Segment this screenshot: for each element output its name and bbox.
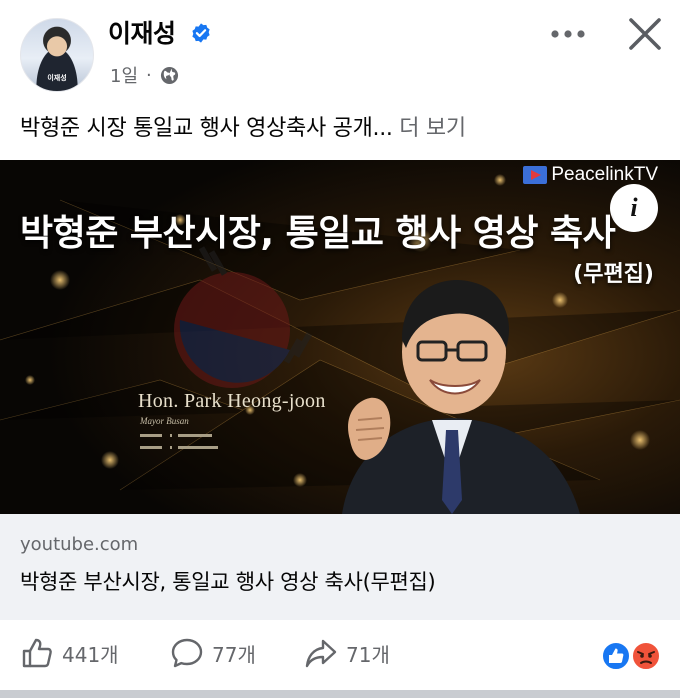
video-overlay-title: 박형준 부산시장, 통일교 행사 영상 축사 (20, 213, 616, 254)
bottom-divider (0, 690, 680, 698)
like-reaction-icon (601, 641, 631, 671)
reaction-summary[interactable] (600, 640, 664, 672)
video-overlay-subtitle: (무편집) (573, 262, 654, 287)
angry-reaction-icon (631, 641, 661, 671)
comment-count: 77개 (212, 642, 256, 667)
info-icon: i (630, 193, 638, 222)
channel-logo-text: PeacelinkTV (551, 164, 658, 185)
see-more-link[interactable]: 더 보기 (399, 116, 466, 141)
more-dots-icon (551, 30, 585, 38)
avatar-caption: 이재성 (47, 74, 67, 82)
share-button[interactable]: 71개 (304, 636, 390, 670)
comment-button[interactable]: 77개 (170, 636, 256, 670)
caption-name: Hon. Park Heong-joon (138, 390, 326, 412)
caption-detail-lines (140, 434, 218, 449)
mayor-figure (342, 280, 580, 514)
share-arrow-icon (305, 639, 337, 668)
video-thumbnail[interactable]: PeacelinkTV i 박형준 부산시장, 통일교 행사 영상 축사 (무편… (0, 160, 680, 514)
verified-badge-icon (192, 23, 210, 43)
author-name[interactable]: 이재성 (108, 14, 176, 50)
post-body: 박형준 시장 통일교 행사 영상축사 공개... (20, 116, 393, 141)
meta-separator: · (146, 64, 152, 86)
channel-logo: PeacelinkTV (523, 164, 658, 186)
post-text: 박형준 시장 통일교 행사 영상축사 공개... 더 보기 (20, 110, 466, 142)
like-button[interactable]: 441개 (20, 636, 119, 670)
globe-icon (160, 66, 178, 84)
more-options-button[interactable] (548, 22, 588, 46)
info-button[interactable]: i (610, 184, 658, 232)
comment-bubble-icon (171, 638, 203, 668)
close-icon[interactable] (625, 14, 665, 54)
share-count: 71개 (346, 642, 390, 667)
post-header: 이재성 이재성 1일 · (0, 0, 680, 100)
link-domain: youtube.com (20, 534, 139, 555)
like-count: 441개 (62, 642, 119, 667)
post-time[interactable]: 1일 (110, 62, 138, 88)
action-bar: 441개 77개 71개 (0, 622, 680, 692)
link-title[interactable]: 박형준 부산시장, 통일교 행사 영상 축사(무편집) (20, 566, 436, 596)
thumbs-up-icon (22, 638, 52, 668)
play-logo-icon (523, 166, 548, 184)
caption-role: Mayor Busan (140, 416, 189, 426)
post-meta: 1일 · (110, 62, 179, 88)
avatar[interactable]: 이재성 (20, 18, 94, 92)
